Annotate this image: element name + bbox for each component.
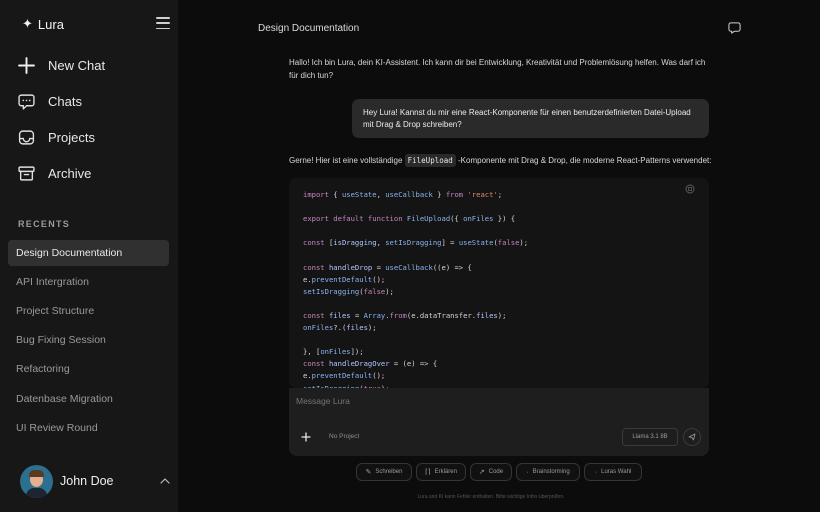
recent-chat-item[interactable]: UI Review Round: [8, 415, 169, 441]
plus-icon: [18, 57, 35, 74]
inline-code: FileUpload: [404, 154, 456, 167]
project-selector[interactable]: No Project: [329, 433, 359, 440]
code-arrow-icon: ↗: [478, 469, 485, 476]
code-line: export default function FileUpload({ onF…: [303, 214, 516, 224]
recent-chat-item[interactable]: Refactoring: [8, 356, 169, 382]
sidebar-item-chats[interactable]: Chats: [18, 93, 82, 110]
new-chat-bubble-icon[interactable]: [728, 21, 741, 34]
chip-label: Erklären: [434, 469, 457, 475]
suggestion-chip-brainstorming[interactable]: · Brainstorming: [516, 463, 580, 481]
assistant-message: Hallo! Ich bin Lura, dein KI-Assistent. …: [289, 58, 706, 80]
suggestion-chip-write[interactable]: ✎ Schreiben: [356, 463, 412, 481]
recent-chat-item[interactable]: Bug Fixing Session: [8, 327, 169, 353]
user-name: John Doe: [60, 474, 114, 488]
app-name: Lura: [37, 16, 64, 32]
chip-label: Brainstorming: [532, 469, 570, 475]
code-line: import { useState, useCallback } from 'r…: [303, 190, 503, 199]
app-logo[interactable]: ✦ Lura: [22, 16, 64, 32]
chevron-up-icon: [160, 478, 170, 484]
disclaimer-text: Lura und KI kann Fehler enthalten. Bitte…: [417, 494, 565, 500]
page-title: Design Documentation: [258, 23, 360, 34]
chat-bubble-icon: [18, 94, 35, 110]
user-message: Hey Lura! Kannst du mir eine React-Kompo…: [352, 99, 709, 138]
suggestion-chip-luras-choice[interactable]: · Luras Wahl: [584, 463, 642, 481]
suggestion-chip-explain[interactable]: ⌈⌉ Erklären: [416, 463, 466, 481]
code-line: e.preventDefault();: [303, 371, 386, 381]
recent-chat-item[interactable]: Project Structure: [8, 298, 169, 324]
sidebar-toggle-menu-icon[interactable]: [156, 17, 170, 29]
nav-label: Archive: [48, 166, 92, 181]
code-line: const [isDragging, setIsDragging] = useS…: [303, 238, 529, 248]
avatar: [20, 464, 53, 498]
code-line: e.preventDefault();: [303, 274, 386, 284]
model-label: Llama 3.1 8B: [632, 434, 668, 440]
sidebar-item-projects[interactable]: Projects: [18, 129, 95, 146]
chip-label: Schreiben: [375, 469, 403, 475]
user-message-text: Hey Lura! Kannst du mir eine React-Kompo…: [363, 108, 691, 129]
bracket-icon: ⌈⌉: [425, 469, 431, 476]
disclaimer: Lura und KI kann Fehler enthalten. Bitte…: [0, 494, 820, 500]
code-line: const files = Array.from(e.dataTransfer.…: [303, 310, 507, 320]
send-arrow-icon: [688, 433, 696, 441]
nav-label: Projects: [48, 130, 95, 145]
user-profile-menu[interactable]: John Doe: [20, 464, 170, 498]
pencil-icon: ✎: [365, 469, 372, 476]
recents-heading: RECENTS: [18, 219, 71, 229]
sparkle-icon: ·: [594, 468, 598, 476]
recent-chat-item[interactable]: Datenbase Migration: [8, 386, 169, 412]
recent-chat-item[interactable]: API Intergration: [8, 269, 169, 295]
code-line: setIsDragging(false);: [303, 286, 394, 296]
model-selector[interactable]: Llama 3.1 8B: [622, 428, 678, 446]
recent-chat-item[interactable]: Design Documentation: [8, 240, 169, 266]
code-line: const handleDrop = useCallback((e) => {: [303, 262, 472, 272]
message-composer: No Project Llama 3.1 8B: [289, 388, 709, 456]
sidebar-item-archive[interactable]: Archive: [18, 165, 91, 182]
intro-text-after: -Komponente mit Drag & Drop, die moderne…: [455, 156, 712, 165]
lightbulb-icon: ·: [526, 468, 529, 476]
suggestion-chip-code[interactable]: ↗ Code: [470, 463, 512, 481]
chip-label: Luras Wahl: [601, 469, 632, 475]
add-attachment-plus-icon[interactable]: [301, 432, 311, 442]
intro-text-before: Gerne! Hier ist eine vollständige: [289, 156, 405, 165]
archive-box-icon: [18, 166, 35, 181]
message-input[interactable]: [296, 396, 696, 406]
code-line: }, [onFiles]);: [303, 347, 364, 357]
chip-label: Code: [488, 469, 504, 475]
code-line: onFiles?.(files);: [303, 323, 377, 333]
assistant-message-intro: Gerne! Hier ist eine vollständige FileUp…: [289, 154, 712, 167]
send-button[interactable]: [683, 428, 701, 446]
nav-label: Chats: [48, 94, 82, 109]
sidebar: ✦ Lura New Chat Chats Projects Archive R…: [0, 0, 178, 512]
new-chat-button[interactable]: New Chat: [18, 57, 105, 74]
code-content: import { useState, useCallback } from 'r…: [303, 189, 528, 388]
code-block: import { useState, useCallback } from 'r…: [289, 178, 709, 388]
code-line: const handleDragOver = (e) => {: [303, 359, 438, 369]
inbox-tray-icon: [18, 130, 35, 145]
sparkle-icon: ✦: [22, 16, 33, 31]
nav-label: New Chat: [48, 58, 106, 73]
copy-icon[interactable]: [685, 184, 695, 194]
